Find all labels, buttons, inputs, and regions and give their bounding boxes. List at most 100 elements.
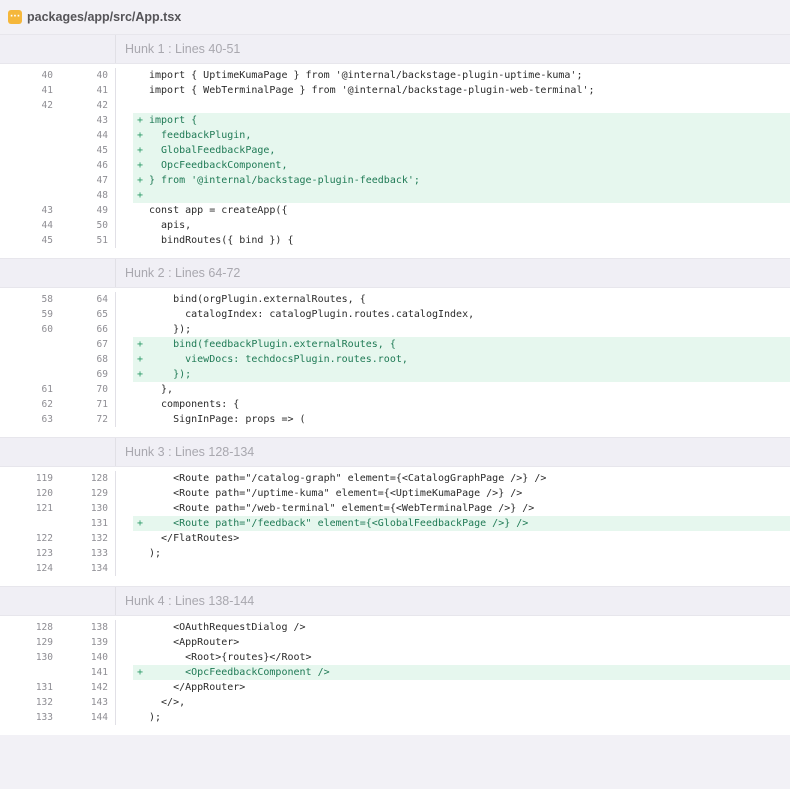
new-line-number: 142 <box>58 680 116 695</box>
code-text: <Route path="/catalog-graph" element={<C… <box>149 473 547 484</box>
new-line-number: 51 <box>58 233 116 248</box>
added-line[interactable]: 141 + <OpcFeedbackComponent /> <box>0 665 790 680</box>
context-line[interactable]: 124 134 <box>0 561 790 576</box>
hunk-header[interactable]: Hunk 2 : Lines 64-72 <box>0 258 790 288</box>
diff-marker <box>133 397 149 412</box>
context-line[interactable]: 62 71 components: { <box>0 397 790 412</box>
context-line[interactable]: 41 41 import { WebTerminalPage } from '@i… <box>0 83 790 98</box>
context-line[interactable]: 59 65 catalogIndex: catalogPlugin.routes.… <box>0 307 790 322</box>
added-line[interactable]: 46 + OpcFeedbackComponent, <box>0 158 790 173</box>
context-line[interactable]: 131 142 </AppRouter> <box>0 680 790 695</box>
context-line[interactable]: 128 138 <OAuthRequestDialog /> <box>0 620 790 635</box>
context-line[interactable]: 58 64 bind(orgPlugin.externalRoutes, { <box>0 292 790 307</box>
context-line[interactable]: 120 129 <Route path="/uptime-kuma" elemen… <box>0 486 790 501</box>
added-line[interactable]: 43 + import { <box>0 113 790 128</box>
diff-marker <box>133 531 149 546</box>
hunk-header[interactable]: Hunk 1 : Lines 40-51 <box>0 34 790 64</box>
code-text: import { UptimeKumaPage } from '@interna… <box>149 70 583 81</box>
old-line-number: 61 <box>41 384 53 395</box>
code-text: }); <box>149 369 192 380</box>
old-line-number <box>0 128 58 143</box>
old-line-number: 62 <box>41 399 53 410</box>
new-line-number: 143 <box>58 695 116 710</box>
diff-marker <box>133 292 149 307</box>
context-line[interactable]: 61 70 }, <box>0 382 790 397</box>
context-line[interactable]: 42 42 <box>0 98 790 113</box>
hunk-body: 58 64 bind(orgPlugin.externalRoutes, {59 6… <box>0 288 790 437</box>
old-line-number: 129 <box>35 637 53 648</box>
old-line-number <box>0 113 58 128</box>
hunk-header[interactable]: Hunk 4 : Lines 138-144 <box>0 586 790 616</box>
code-text: <OpcFeedbackComponent /> <box>149 667 330 678</box>
context-line[interactable]: 60 66 }); <box>0 322 790 337</box>
old-line-number: 60 <box>41 324 53 335</box>
old-line-number: 121 <box>35 503 53 514</box>
hunk-header[interactable]: Hunk 3 : Lines 128-134 <box>0 437 790 467</box>
old-line-number <box>0 188 58 203</box>
context-line[interactable]: 43 49 const app = createApp({ <box>0 203 790 218</box>
added-line[interactable]: 47 +} from '@internal/backstage-plugin-fe… <box>0 173 790 188</box>
new-line-number: 139 <box>58 635 116 650</box>
code-text: <AppRouter> <box>149 637 240 648</box>
diff-marker <box>133 546 149 561</box>
old-line-number <box>0 367 58 382</box>
added-line[interactable]: 69 + }); <box>0 367 790 382</box>
code-text: SignInPage: props => ( <box>149 414 306 425</box>
context-line[interactable]: 45 51 bindRoutes({ bind }) { <box>0 233 790 248</box>
context-line[interactable]: 119 128 <Route path="/catalog-graph" elem… <box>0 471 790 486</box>
hunk-body: 128 138 <OAuthRequestDialog /> 129 139 <App… <box>0 616 790 735</box>
code-text: <Route path="/web-terminal" element={<We… <box>149 503 535 514</box>
code-text: <Route path="/feedback" element={<Global… <box>149 518 529 529</box>
hunk-gutter <box>0 35 116 63</box>
line-content: }); <box>133 322 790 337</box>
hunk-body: 40 40 import { UptimeKumaPage } from '@in… <box>0 64 790 258</box>
line-content: <OAuthRequestDialog /> <box>133 620 790 635</box>
line-content: import { WebTerminalPage } from '@intern… <box>133 83 790 98</box>
new-line-number: 140 <box>58 650 116 665</box>
context-line[interactable]: 129 139 <AppRouter> <box>0 635 790 650</box>
new-line-number: 43 <box>58 113 116 128</box>
context-line[interactable]: 44 50 apis, <box>0 218 790 233</box>
code-text: feedbackPlugin, <box>149 130 252 141</box>
code-text: const app = createApp({ <box>149 205 288 216</box>
diff-marker: + <box>137 354 144 365</box>
diff-marker <box>133 322 149 337</box>
added-line[interactable]: 68 + viewDocs: techdocsPlugin.routes.root… <box>0 352 790 367</box>
old-line-number <box>0 516 58 531</box>
line-content: + }); <box>133 367 790 382</box>
line-content: +} from '@internal/backstage-plugin-feed… <box>133 173 790 188</box>
context-line[interactable]: 40 40 import { UptimeKumaPage } from '@in… <box>0 68 790 83</box>
file-path[interactable]: packages/app/src/App.tsx <box>27 10 181 24</box>
new-line-number: 144 <box>58 710 116 725</box>
old-line-number: 43 <box>41 205 53 216</box>
line-content: + <Route path="/feedback" element={<Glob… <box>133 516 790 531</box>
context-line[interactable]: 130 140 <Root>{routes}</Root> <box>0 650 790 665</box>
code-text: <Root>{routes}</Root> <box>149 652 312 663</box>
new-line-number: 71 <box>58 397 116 412</box>
old-line-number: 124 <box>35 563 53 574</box>
added-line[interactable]: 45 + GlobalFeedbackPage, <box>0 143 790 158</box>
context-line[interactable]: 63 72 SignInPage: props => ( <box>0 412 790 427</box>
diff-marker <box>133 412 149 427</box>
old-line-number: 58 <box>41 294 53 305</box>
line-content: + <OpcFeedbackComponent /> <box>133 665 790 680</box>
context-line[interactable]: 121 130 <Route path="/web-terminal" eleme… <box>0 501 790 516</box>
added-line[interactable]: 67 + bind(feedbackPlugin.externalRoutes, … <box>0 337 790 352</box>
code-text: GlobalFeedbackPage, <box>149 145 276 156</box>
context-line[interactable]: 133 144 ); <box>0 710 790 725</box>
old-line-number: 42 <box>41 100 53 111</box>
line-content: SignInPage: props => ( <box>133 412 790 427</box>
context-line[interactable]: 122 132 </FlatRoutes> <box>0 531 790 546</box>
context-line[interactable]: 123 133 ); <box>0 546 790 561</box>
added-line[interactable]: 44 + feedbackPlugin, <box>0 128 790 143</box>
line-content: const app = createApp({ <box>133 203 790 218</box>
diff-marker <box>133 486 149 501</box>
diff-marker: + <box>137 369 144 380</box>
hunk-body: 119 128 <Route path="/catalog-graph" elem… <box>0 467 790 586</box>
context-line[interactable]: 132 143 </>, <box>0 695 790 710</box>
old-line-number <box>0 337 58 352</box>
added-line[interactable]: 131 + <Route path="/feedback" element={<G… <box>0 516 790 531</box>
added-line[interactable]: 48 + <box>0 188 790 203</box>
